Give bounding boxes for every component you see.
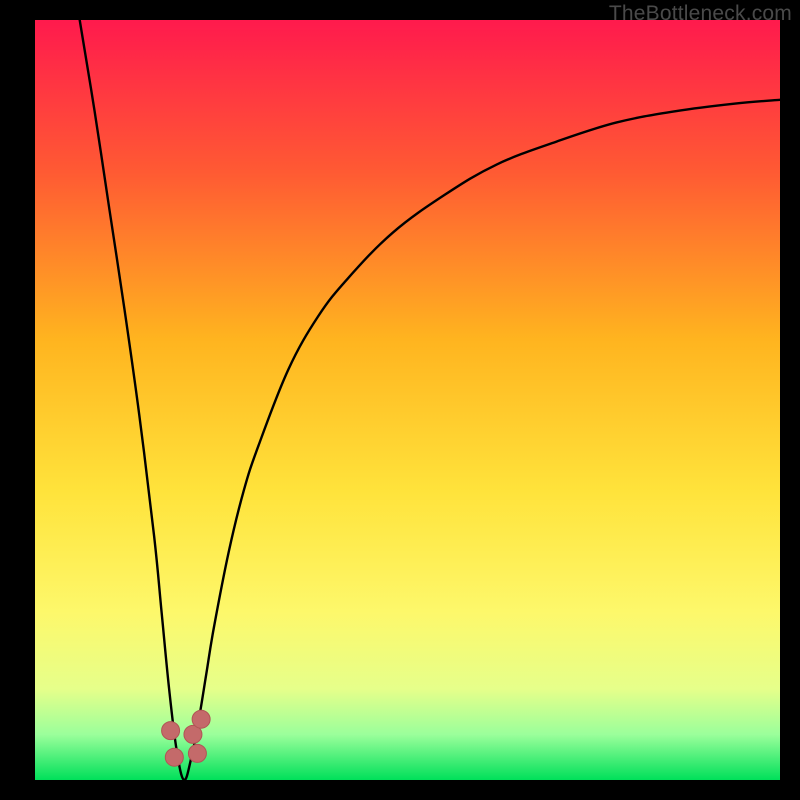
curve-layer — [35, 20, 780, 780]
bottleneck-curve — [80, 20, 780, 780]
marker-left-cluster-1 — [162, 722, 180, 740]
plot-area — [35, 20, 780, 780]
watermark-text: TheBottleneck.com — [609, 2, 792, 26]
marker-right-cluster-2 — [188, 744, 206, 762]
marker-left-cluster-2 — [165, 748, 183, 766]
data-markers — [162, 710, 211, 766]
chart-container: TheBottleneck.com — [0, 0, 800, 800]
marker-right-cluster-3 — [192, 710, 210, 728]
